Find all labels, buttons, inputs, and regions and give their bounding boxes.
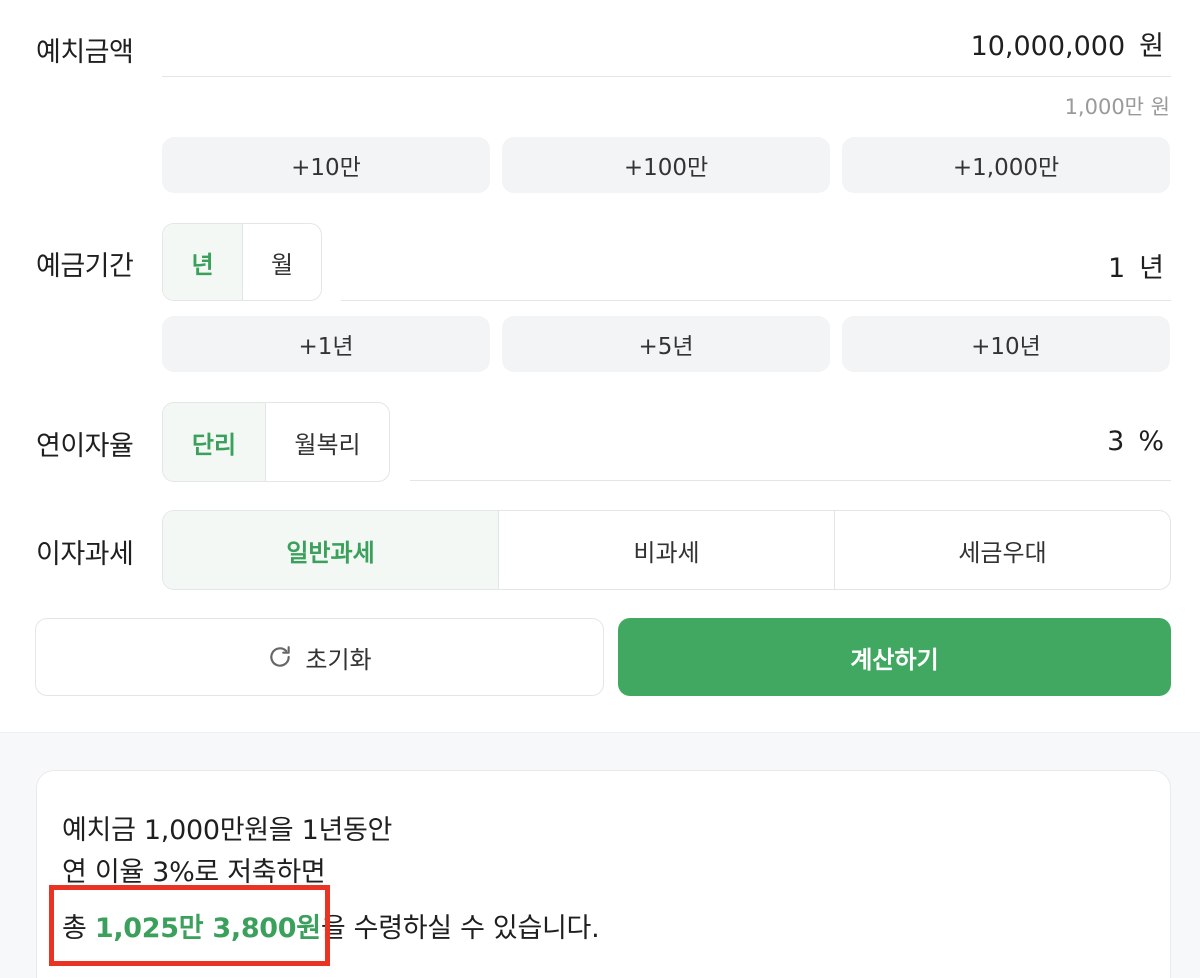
- period-input[interactable]: 1년: [1108, 246, 1164, 285]
- deposit-unit: 원: [1139, 31, 1164, 62]
- deposit-input[interactable]: 10,000,000 원: [971, 24, 1164, 63]
- toggle-month[interactable]: 월: [242, 224, 321, 300]
- tax-type-selector: 일반과세 비과세 세금우대: [162, 510, 1171, 590]
- rate-underline: [410, 480, 1171, 481]
- rate-unit: %: [1138, 426, 1164, 457]
- deposit-label: 예치금액: [36, 37, 134, 68]
- calculate-button[interactable]: 계산하기: [618, 618, 1171, 696]
- result-total-suffix: 을 수령하실 수 있습니다.: [320, 913, 600, 944]
- tax-option-exempt[interactable]: 비과세: [498, 511, 834, 589]
- interest-type-toggle: 단리 월복리: [162, 402, 390, 482]
- tax-option-preferential[interactable]: 세금우대: [834, 511, 1170, 589]
- savings-calculator: 예치금액 10,000,000 원 1,000만 원 +10만 +100만 +1,…: [0, 0, 1200, 978]
- refresh-icon: [270, 646, 291, 667]
- tax-option-general[interactable]: 일반과세: [163, 511, 498, 589]
- result-line-1: 예치금 1,000만원을 1년동안: [62, 815, 393, 846]
- result-line-2: 연 이율 3%로 저축하면: [62, 857, 326, 888]
- add-10m-button[interactable]: +1,000만: [842, 137, 1170, 193]
- deposit-value: 10,000,000: [970, 31, 1126, 62]
- tax-label: 이자과세: [36, 539, 134, 570]
- reset-button[interactable]: 초기화: [35, 618, 604, 696]
- add-100k-button[interactable]: +10만: [162, 137, 490, 193]
- toggle-monthly-compound[interactable]: 월복리: [265, 403, 389, 481]
- period-label: 예금기간: [36, 251, 134, 282]
- add-10-years-button[interactable]: +10년: [842, 316, 1170, 372]
- rate-input[interactable]: 3%: [1107, 426, 1164, 457]
- rate-label: 연이자율: [36, 431, 134, 462]
- add-5-years-button[interactable]: +5년: [502, 316, 830, 372]
- period-unit-toggle: 년 월: [162, 223, 322, 301]
- highlight-annotation-box: [49, 885, 330, 966]
- rate-value: 3: [1107, 426, 1125, 457]
- deposit-underline: [162, 76, 1171, 77]
- toggle-simple-interest[interactable]: 단리: [163, 403, 265, 481]
- deposit-helper-text: 1,000만 원: [1064, 95, 1170, 119]
- reset-label: 초기화: [305, 645, 372, 674]
- period-underline: [341, 300, 1171, 301]
- add-1-year-button[interactable]: +1년: [162, 316, 490, 372]
- add-1m-button[interactable]: +100만: [502, 137, 830, 193]
- period-unit: 년: [1139, 253, 1164, 284]
- toggle-year[interactable]: 년: [163, 224, 242, 300]
- period-value: 1: [1107, 253, 1126, 284]
